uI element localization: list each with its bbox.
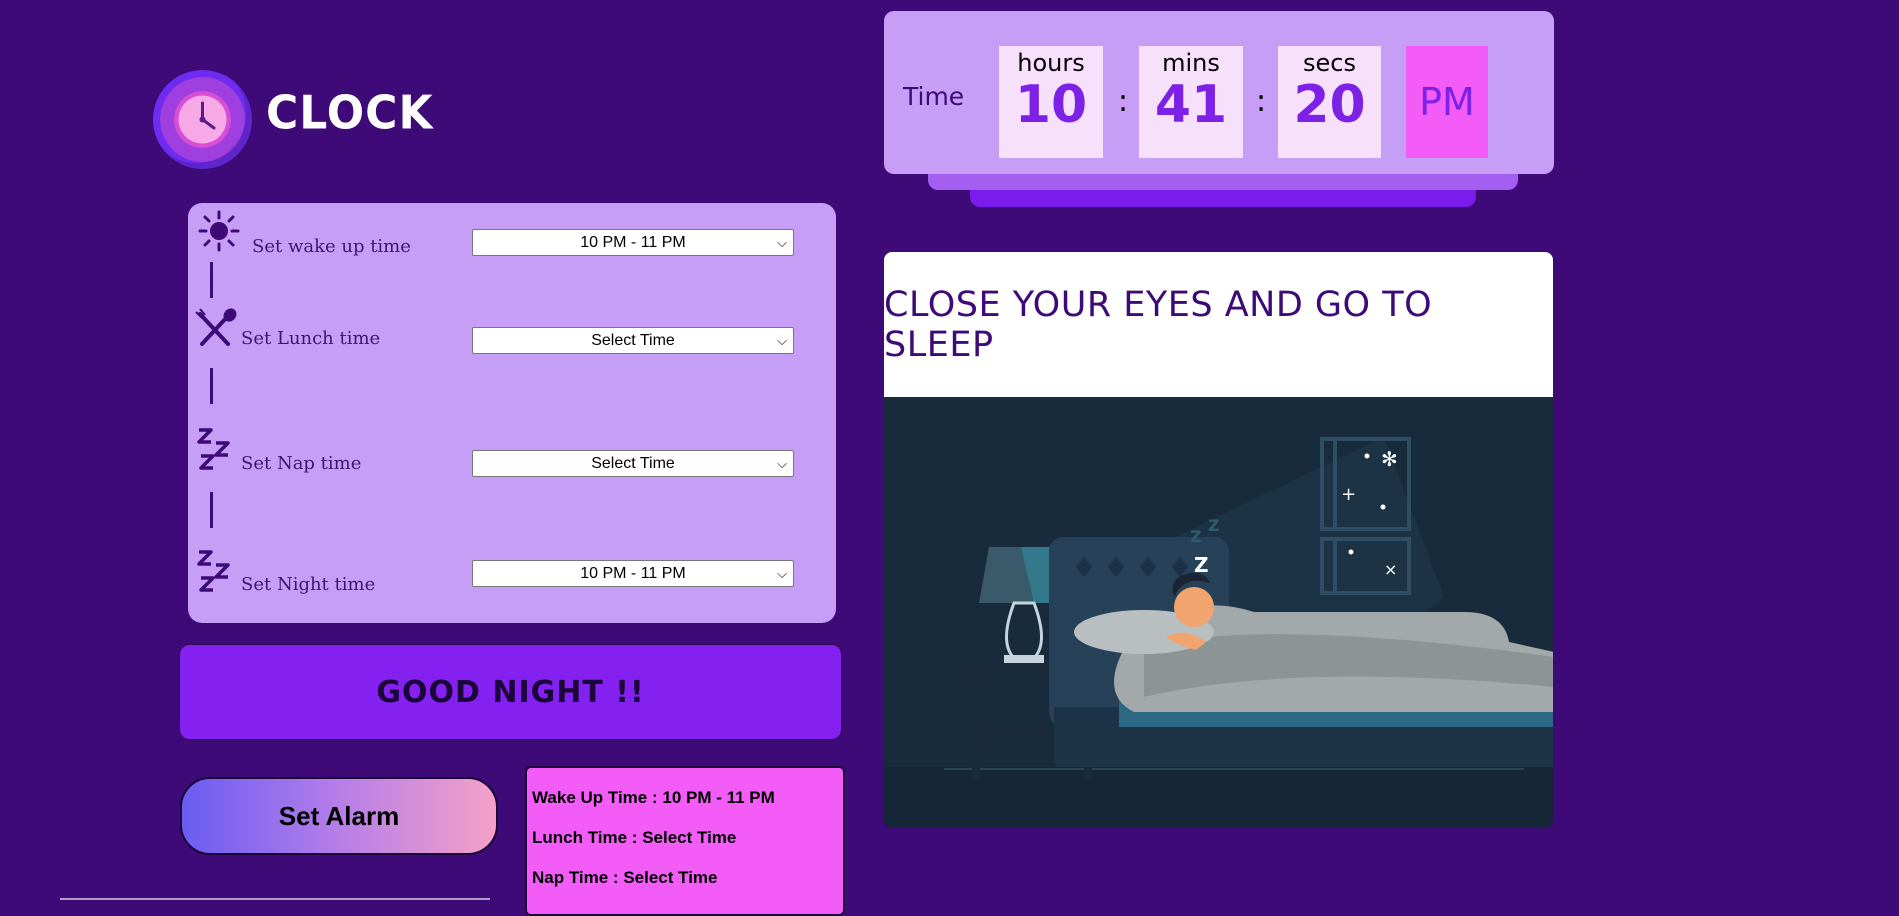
summary-lunch: Lunch Time : Select Time	[532, 828, 737, 847]
svg-text:Z: Z	[1208, 516, 1220, 535]
app-logo-text: CLOCK	[266, 86, 434, 141]
secs-label: secs	[1303, 49, 1356, 77]
night-time-value: 10 PM - 11 PM	[580, 564, 686, 582]
svg-text:✻: ✻	[1381, 447, 1398, 471]
wake-time-select[interactable]: 10 PM - 11 PM ⌵	[472, 229, 794, 256]
night-label: Set Night time	[241, 574, 376, 595]
lunch-label: Set Lunch time	[241, 328, 381, 349]
night-time-select[interactable]: 10 PM - 11 PM ⌵	[472, 560, 794, 587]
ampm-value: PM	[1419, 80, 1475, 124]
svg-text:×: ×	[1384, 560, 1397, 579]
mins-label: mins	[1162, 49, 1220, 77]
time-separator: :	[1118, 84, 1129, 119]
summary-nap: Nap Time : Select Time	[532, 868, 718, 887]
nap-time-select[interactable]: Select Time ⌵	[472, 450, 794, 477]
fork-spoon-icon	[194, 308, 238, 352]
sleeping-illustration: ✻ + × Z Z Z	[884, 397, 1553, 827]
summary-wake: Wake Up Time : 10 PM - 11 PM	[532, 788, 775, 807]
schedule-summary: Wake Up Time : 10 PM - 11 PM Lunch Time …	[525, 766, 845, 916]
divider	[60, 898, 490, 900]
nap-label: Set Nap time	[241, 453, 362, 474]
hours-box: hours 10	[999, 46, 1103, 158]
timeline-connector	[210, 492, 213, 528]
chevron-down-icon: ⌵	[777, 456, 787, 471]
wake-time-value: 10 PM - 11 PM	[580, 233, 686, 251]
chevron-down-icon: ⌵	[777, 333, 787, 348]
secs-box: secs 20	[1278, 46, 1381, 158]
chevron-down-icon: ⌵	[777, 235, 787, 250]
timeline-connector	[210, 368, 213, 404]
nap-time-value: Select Time	[591, 454, 675, 472]
ampm-box: PM	[1406, 46, 1488, 158]
zzz-icon	[196, 426, 234, 478]
zzz-icon	[196, 548, 234, 600]
hours-value: 10	[1014, 75, 1088, 135]
lunch-time-select[interactable]: Select Time ⌵	[472, 327, 794, 354]
message-card: CLOSE YOUR EYES AND GO TO SLEEP	[884, 252, 1553, 397]
mins-box: mins 41	[1139, 46, 1243, 158]
time-separator: :	[1256, 84, 1267, 119]
chevron-down-icon: ⌵	[777, 566, 787, 581]
greeting-banner: GOOD NIGHT !!	[179, 644, 842, 740]
time-label: Time	[903, 82, 965, 111]
set-alarm-label: Set Alarm	[278, 800, 400, 831]
set-alarm-button[interactable]: Set Alarm	[180, 777, 498, 855]
sun-icon	[198, 210, 240, 256]
lunch-time-value: Select Time	[591, 331, 675, 349]
svg-text:Z: Z	[1194, 553, 1209, 577]
hours-label: hours	[1017, 49, 1085, 77]
svg-text:+: +	[1341, 484, 1356, 505]
timeline-connector	[210, 262, 213, 298]
message-text: CLOSE YOUR EYES AND GO TO SLEEP	[884, 284, 1433, 365]
wake-label: Set wake up time	[252, 236, 411, 257]
clock-logo-icon	[153, 70, 252, 169]
greeting-text: GOOD NIGHT !!	[376, 674, 645, 710]
mins-value: 41	[1154, 75, 1228, 135]
svg-text:Z: Z	[1190, 527, 1202, 546]
secs-value: 20	[1293, 75, 1366, 135]
